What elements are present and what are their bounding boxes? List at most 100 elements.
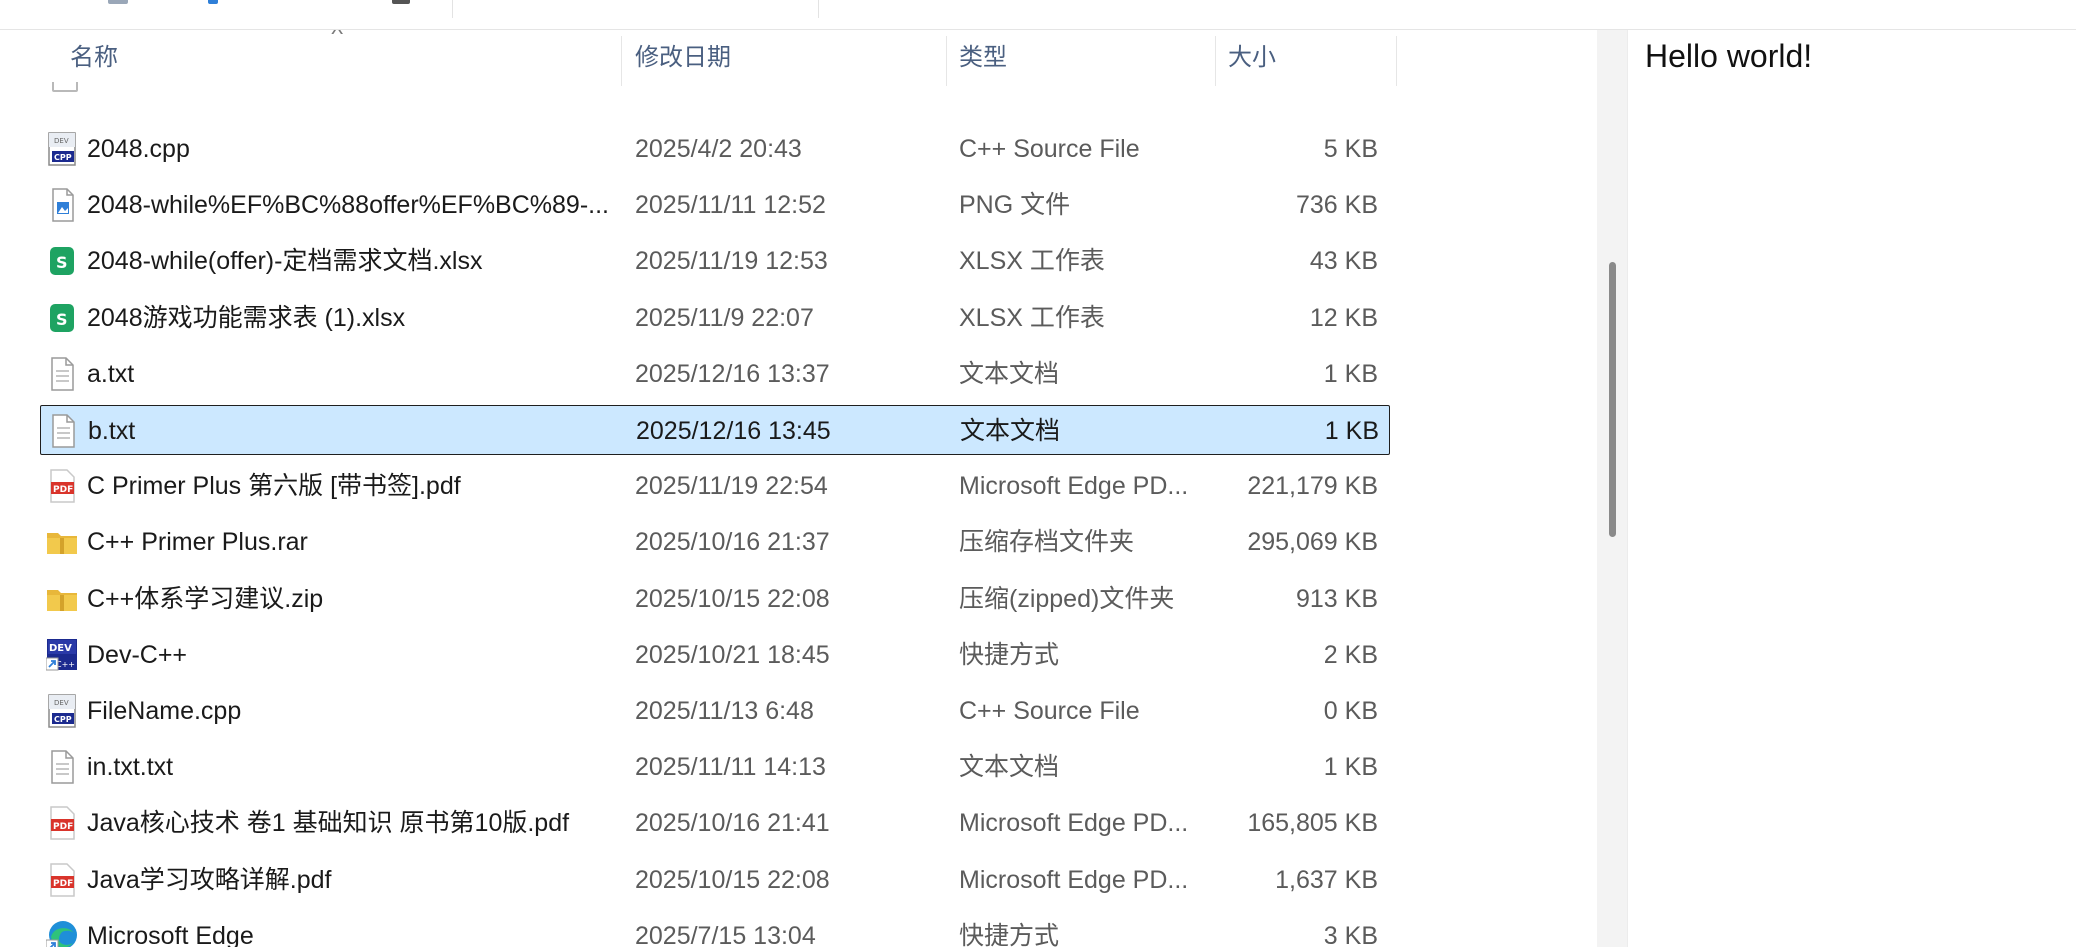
view-icon[interactable] <box>108 0 128 4</box>
list-item[interactable]: DEV C++ Dev-C++ 2025/10/21 18:45 快捷方式 2 KB <box>40 630 1390 680</box>
svg-text:DEV: DEV <box>54 699 69 707</box>
share-icon[interactable] <box>208 0 218 4</box>
delete-icon[interactable] <box>392 0 410 4</box>
file-size: 3 KB <box>1323 921 1378 947</box>
file-size: 2 KB <box>1323 640 1378 669</box>
file-name: a.txt <box>87 359 135 388</box>
file-size: 5 KB <box>1323 135 1378 163</box>
file-modified-date: 2025/11/9 22:07 <box>635 303 814 332</box>
column-divider[interactable] <box>1396 36 1397 86</box>
devcpp-shortcut-icon: DEV C++ <box>45 638 78 672</box>
file-modified-date: 2025/11/11 12:52 <box>635 191 826 220</box>
svg-text:PDF: PDF <box>53 485 73 495</box>
text-file-icon <box>46 750 78 784</box>
pdf-file-icon: PDF <box>46 469 78 503</box>
file-list: ^ 名称 修改日期 类型 大小 DEV CPP 2048.cpp 2025/4/2 2… <box>0 30 1597 947</box>
file-name: Java学习攻略详解.pdf <box>87 865 332 894</box>
file-modified-date: 2025/4/2 20:43 <box>635 135 802 163</box>
file-size: 295,069 KB <box>1247 528 1378 557</box>
file-size: 1 KB <box>1323 753 1378 782</box>
scrollbar-thumb[interactable] <box>1609 262 1616 537</box>
file-modified-date: 2025/11/13 6:48 <box>635 697 814 725</box>
file-modified-date: 2025/10/16 21:37 <box>635 528 830 557</box>
column-divider[interactable] <box>621 36 622 86</box>
toolbar-divider <box>818 0 819 18</box>
partial-list-item <box>44 82 604 92</box>
list-item[interactable]: Microsoft Edge 2025/7/15 13:04 快捷方式 3 KB <box>40 911 1390 947</box>
file-name: C++ Primer Plus.rar <box>87 528 308 557</box>
column-header-row: ^ 名称 修改日期 类型 大小 <box>0 30 1597 86</box>
list-item-selected[interactable]: b.txt 2025/12/16 13:45 文本文档 1 KB <box>40 405 1390 455</box>
file-size: 1 KB <box>1324 417 1379 445</box>
svg-text:PDF: PDF <box>53 822 73 832</box>
file-modified-date: 2025/10/15 22:08 <box>635 865 830 894</box>
file-modified-date: 2025/11/11 14:13 <box>635 753 826 782</box>
list-item[interactable]: DEV CPP FileName.cpp 2025/11/13 6:48 C++ Sou… <box>40 686 1390 736</box>
file-modified-date: 2025/12/16 13:37 <box>635 359 830 388</box>
file-size: 1,637 KB <box>1275 865 1378 894</box>
file-name: Java核心技术 卷1 基础知识 原书第10版.pdf <box>87 809 570 838</box>
list-item[interactable]: C++体系学习建议.zip 2025/10/15 22:08 压缩(zipped)文… <box>40 574 1390 624</box>
file-modified-date: 2025/10/21 18:45 <box>635 640 830 669</box>
svg-text:S: S <box>56 253 68 272</box>
toolbar-divider <box>452 0 453 18</box>
list-item[interactable]: S 2048游戏功能需求表 (1).xlsx 2025/11/9 22:07 XLSX… <box>40 293 1390 343</box>
archive-folder-icon <box>46 525 78 559</box>
file-modified-date: 2025/11/19 22:54 <box>635 472 828 501</box>
file-name: b.txt <box>88 417 136 445</box>
list-item[interactable]: S 2048-while(offer)-定档需求文档.xlsx 2025/11/19… <box>40 236 1390 286</box>
list-item[interactable]: PDF Java核心技术 卷1 基础知识 原书第10版.pdf 2025/10/16… <box>40 798 1390 848</box>
svg-text:CPP: CPP <box>54 715 72 724</box>
list-item[interactable]: 2048-while%EF%BC%88offer%EF%BC%89-... 202… <box>40 180 1390 230</box>
spreadsheet-icon: S <box>46 244 78 278</box>
list-item[interactable]: DEV CPP 2048.cpp 2025/4/2 20:43 C++ Source F… <box>40 124 1390 174</box>
column-header-type[interactable]: 类型 <box>947 30 1007 86</box>
file-name: Microsoft Edge <box>87 921 254 947</box>
pdf-file-icon: PDF <box>46 862 78 897</box>
column-header-name[interactable]: 名称 <box>58 30 118 86</box>
column-header-modified[interactable]: 修改日期 <box>623 30 731 86</box>
preview-content: Hello world! <box>1645 38 1813 74</box>
file-modified-date: 2025/10/15 22:08 <box>635 584 830 613</box>
svg-text:CPP: CPP <box>54 153 72 162</box>
list-item[interactable]: C++ Primer Plus.rar 2025/10/16 21:37 压缩存档文… <box>40 517 1390 567</box>
text-file-icon <box>46 357 78 391</box>
list-item[interactable]: PDF Java学习攻略详解.pdf 2025/10/15 22:08 Microso… <box>40 855 1390 905</box>
file-modified-date: 2025/7/15 13:04 <box>635 921 816 947</box>
file-name: 2048游戏功能需求表 (1).xlsx <box>87 303 406 332</box>
file-size: 736 KB <box>1295 191 1378 220</box>
text-file-icon <box>47 414 79 448</box>
svg-text:DEV: DEV <box>49 643 72 654</box>
file-name: FileName.cpp <box>87 697 242 725</box>
file-size: 913 KB <box>1295 584 1378 613</box>
preview-pane: Hello world! <box>1627 30 2076 947</box>
file-size: 221,179 KB <box>1247 472 1378 501</box>
column-header-size[interactable]: 大小 <box>1216 30 1276 86</box>
archive-folder-icon <box>46 582 78 616</box>
svg-text:S: S <box>56 310 68 329</box>
svg-text:DEV: DEV <box>54 137 69 145</box>
pdf-file-icon: PDF <box>46 806 78 841</box>
svg-text:C++: C++ <box>56 660 75 669</box>
list-item[interactable]: a.txt 2025/12/16 13:37 文本文档 1 KB <box>40 349 1390 399</box>
file-size: 12 KB <box>1309 303 1378 332</box>
file-size: 1 KB <box>1323 359 1378 388</box>
file-name: 2048-while%EF%BC%88offer%EF%BC%89-... <box>87 191 609 220</box>
toolbar <box>0 0 2076 30</box>
cpp-file-icon: DEV CPP <box>46 132 78 166</box>
cpp-file-icon: DEV CPP <box>46 694 78 728</box>
file-size: 43 KB <box>1309 247 1378 276</box>
list-item[interactable]: PDF C Primer Plus 第六版 [带书签].pdf 2025/11/19… <box>40 461 1390 511</box>
file-name: C++体系学习建议.zip <box>87 584 324 613</box>
file-icon <box>52 82 78 92</box>
file-name: in.txt.txt <box>87 753 174 782</box>
file-name: Dev-C++ <box>87 640 188 669</box>
spreadsheet-icon: S <box>46 301 78 335</box>
file-size: 0 KB <box>1323 697 1378 725</box>
edge-shortcut-icon <box>45 919 78 947</box>
list-item[interactable]: in.txt.txt 2025/11/11 14:13 文本文档 1 KB <box>40 742 1390 792</box>
file-modified-date: 2025/12/16 13:45 <box>636 417 831 445</box>
file-modified-date: 2025/10/16 21:41 <box>635 809 830 838</box>
sort-ascending-icon: ^ <box>331 30 344 44</box>
file-modified-date: 2025/11/19 12:53 <box>635 247 828 276</box>
